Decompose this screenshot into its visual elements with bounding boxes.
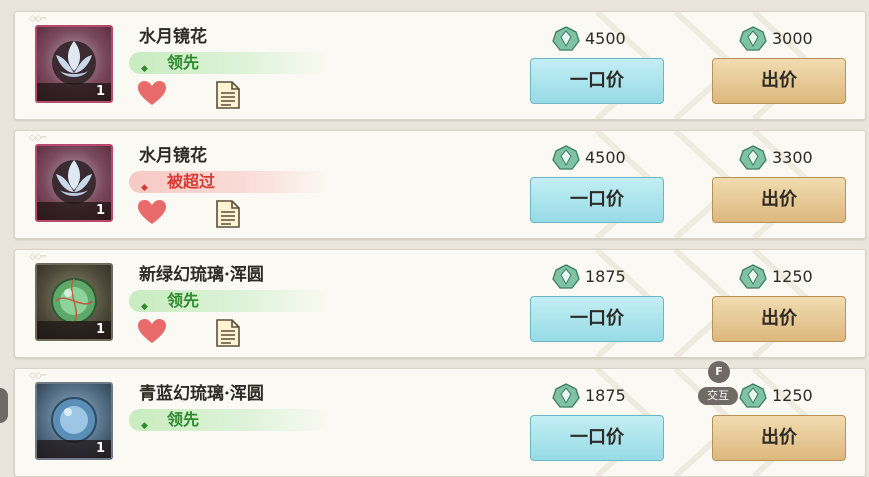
- corner-ornament: ◇◇─: [29, 14, 46, 24]
- item-thumbnail[interactable]: 1: [35, 263, 113, 341]
- jade-gem-icon: [552, 26, 580, 51]
- jade-gem-icon: [552, 383, 580, 408]
- document-icon[interactable]: [215, 80, 241, 110]
- buyout-button[interactable]: 一口价: [530, 296, 664, 342]
- buyout-price: 4500: [552, 145, 662, 171]
- bid-price-value: 1250: [772, 267, 813, 286]
- jade-gem-icon: [552, 145, 580, 170]
- item-name: 水月镜花: [139, 27, 207, 47]
- bid-price-value: 1250: [772, 386, 813, 405]
- interact-prompt-label[interactable]: 交互: [698, 387, 738, 405]
- corner-ornament: ◇◇─: [29, 252, 46, 262]
- jade-gem-icon: [739, 264, 767, 289]
- heart-icon[interactable]: [137, 318, 167, 344]
- bid-button[interactable]: 出价: [712, 296, 846, 342]
- scroll-edge-handle[interactable]: [0, 388, 8, 423]
- bid-status-badge: ◆ 被超过: [129, 171, 329, 193]
- bid-button[interactable]: 出价: [712, 58, 846, 104]
- item-quantity: 1: [37, 321, 111, 339]
- buyout-price-value: 4500: [585, 148, 626, 167]
- buyout-price: 1875: [552, 264, 662, 290]
- listing-card[interactable]: ◇◇─ 1 水月镜花 ◆ 被超过 4500 3300 一口价 出价: [14, 130, 866, 239]
- interact-key-badge[interactable]: F: [708, 361, 730, 383]
- current-bid-price: 1250: [739, 264, 849, 290]
- current-bid-price: 3000: [739, 26, 849, 52]
- status-diamond-icon: ◆: [141, 302, 148, 312]
- listing-card[interactable]: ◇◇─ 1 水月镜花 ◆ 领先 4500 3000 一口价 出价: [14, 11, 866, 120]
- jade-gem-icon: [739, 26, 767, 51]
- bid-status-badge: ◆ 领先: [129, 409, 329, 431]
- bid-price-value: 3000: [772, 29, 813, 48]
- buyout-price-value: 1875: [585, 267, 626, 286]
- lotus-icon: [52, 160, 96, 204]
- buyout-price: 4500: [552, 26, 662, 52]
- item-quantity: 1: [37, 83, 111, 101]
- item-name: 青蓝幻琉璃·浑圆: [139, 384, 264, 404]
- bid-status-badge: ◆ 领先: [129, 290, 329, 312]
- item-thumbnail[interactable]: 1: [35, 144, 113, 222]
- item-quantity: 1: [37, 202, 111, 220]
- bid-button[interactable]: 出价: [712, 177, 846, 223]
- corner-ornament: ◇◇─: [29, 371, 46, 381]
- buyout-price-value: 1875: [585, 386, 626, 405]
- status-diamond-icon: ◆: [141, 64, 148, 74]
- status-diamond-icon: ◆: [141, 421, 148, 431]
- item-quantity: 1: [37, 440, 111, 458]
- document-icon[interactable]: [215, 318, 241, 348]
- bid-status-text: 领先: [167, 53, 200, 72]
- heart-icon[interactable]: [137, 199, 167, 225]
- jade-gem-icon: [552, 264, 580, 289]
- item-thumbnail[interactable]: 1: [35, 382, 113, 460]
- item-thumbnail[interactable]: 1: [35, 25, 113, 103]
- buyout-button[interactable]: 一口价: [530, 58, 664, 104]
- bid-status-text: 领先: [167, 291, 200, 310]
- bid-button[interactable]: 出价: [712, 415, 846, 461]
- bid-status-text: 领先: [167, 410, 200, 429]
- jade-gem-icon: [739, 145, 767, 170]
- current-bid-price: 1250: [739, 383, 849, 409]
- item-name: 新绿幻琉璃·浑圆: [139, 265, 264, 285]
- status-diamond-icon: ◆: [141, 183, 148, 193]
- buyout-price: 1875: [552, 383, 662, 409]
- buyout-price-value: 4500: [585, 29, 626, 48]
- listing-card[interactable]: ◇◇─ 1 新绿幻琉璃·浑圆 ◆ 领先 1875 1250 一口价 出价: [14, 249, 866, 358]
- jade-gem-icon: [739, 383, 767, 408]
- item-name: 水月镜花: [139, 146, 207, 166]
- green-glass-orb-icon: [51, 278, 97, 324]
- lotus-icon: [52, 41, 96, 85]
- heart-icon[interactable]: [137, 80, 167, 106]
- bid-status-badge: ◆ 领先: [129, 52, 329, 74]
- bid-price-value: 3300: [772, 148, 813, 167]
- auction-bid-list: ◇◇─ 1 水月镜花 ◆ 领先 4500 3000 一口价 出价 ◇◇─ 1 水…: [0, 0, 869, 477]
- document-icon[interactable]: [215, 199, 241, 229]
- bid-status-text: 被超过: [167, 172, 216, 191]
- corner-ornament: ◇◇─: [29, 133, 46, 143]
- blue-glass-orb-icon: [51, 397, 97, 443]
- current-bid-price: 3300: [739, 145, 849, 171]
- buyout-button[interactable]: 一口价: [530, 177, 664, 223]
- buyout-button[interactable]: 一口价: [530, 415, 664, 461]
